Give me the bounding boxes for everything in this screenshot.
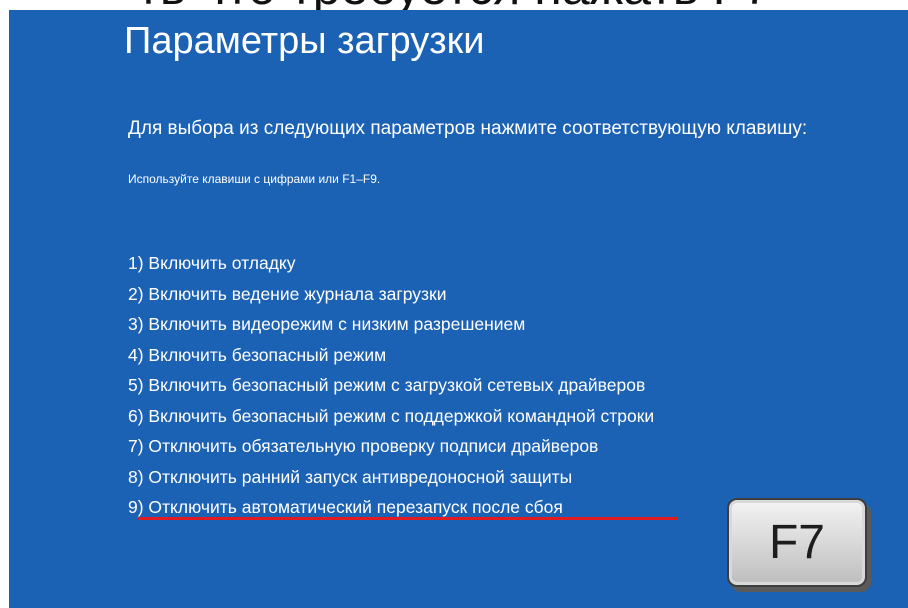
hint-text: Используйте клавиши с цифрами или F1–F9. xyxy=(128,172,381,186)
option-enable-safe-mode-command-prompt[interactable]: 6) Включить безопасный режим с поддержко… xyxy=(128,401,654,432)
page-title: Параметры загрузки xyxy=(124,20,485,62)
boot-options-screen: Параметры загрузки Для выбора из следующ… xyxy=(9,10,908,608)
option-enable-debugging[interactable]: 1) Включить отладку xyxy=(128,248,654,279)
option-disable-driver-signature-enforcement[interactable]: 7) Отключить обязательную проверку подпи… xyxy=(128,431,654,462)
instructions-text: Для выбора из следующих параметров нажми… xyxy=(128,118,808,139)
option-enable-boot-logging[interactable]: 2) Включить ведение журнала загрузки xyxy=(128,279,654,310)
f7-key-badge: F7 xyxy=(727,498,867,587)
option-enable-low-resolution-video[interactable]: 3) Включить видеорежим с низким разрешен… xyxy=(128,309,654,340)
option-enable-safe-mode-networking[interactable]: 5) Включить безопасный режим с загрузкой… xyxy=(128,370,654,401)
highlight-underline xyxy=(138,517,678,520)
boot-options-list: 1) Включить отладку 2) Включить ведение … xyxy=(128,248,654,523)
option-enable-safe-mode[interactable]: 4) Включить безопасный режим xyxy=(128,340,654,371)
option-disable-early-launch-antimalware[interactable]: 8) Отключить ранний запуск антивредоносн… xyxy=(128,462,654,493)
